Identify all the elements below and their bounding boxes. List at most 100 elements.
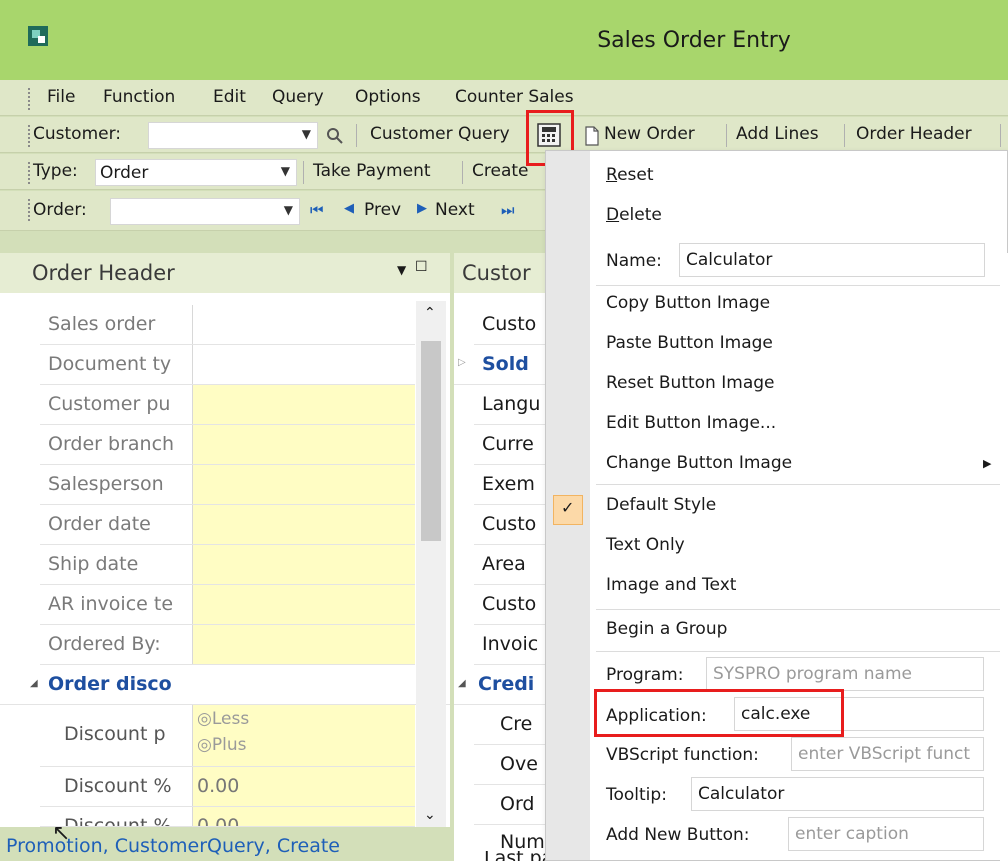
last-record-icon[interactable]: ⏭ [501,201,515,219]
prev-icon: ◀ [344,201,354,216]
section-credit[interactable]: ◢ Credi [454,665,545,705]
take-payment-button[interactable]: Take Payment [313,161,431,181]
customer-row[interactable]: Custo [474,305,545,345]
menu-reset-button-image[interactable]: Reset Button Image [606,373,774,393]
submenu-arrow-icon: ▶ [983,457,992,470]
new-order-button[interactable]: New Order [604,124,695,144]
menu-edit-button-image[interactable]: Edit Button Image... [606,413,776,433]
panel-title: Order Header [32,261,175,285]
grip-icon [28,199,31,221]
program-input[interactable]: SYSPRO program name [706,657,984,691]
menu-begin-group[interactable]: Begin a Group [606,619,727,639]
add-new-button-input[interactable]: enter caption [788,817,984,851]
vbscript-label: VBScript function: [606,745,759,765]
menu-paste-button-image[interactable]: Paste Button Image [606,333,773,353]
new-document-icon [585,126,599,146]
field-order-date[interactable]: Order date [40,505,415,545]
menu-counter-sales[interactable]: Counter Sales [455,87,574,107]
chevron-down-icon: ▼ [280,164,290,178]
name-label: Name: [606,251,662,271]
chevron-down-icon: ▼ [283,203,293,217]
type-select[interactable]: Order ▼ [95,159,297,186]
customer-row[interactable]: Invoic [474,625,545,665]
prev-button[interactable]: Prev [364,200,401,220]
add-lines-button[interactable]: Add Lines [736,124,819,144]
menu-query[interactable]: Query [272,87,324,107]
field-order-branch[interactable]: Order branch [40,425,415,465]
field-ordered-by[interactable]: Ordered By: [40,625,415,665]
tooltip-label: Tooltip: [606,785,667,805]
search-icon[interactable] [326,127,344,145]
field-sales-order[interactable]: Sales order [40,305,415,345]
customer-select[interactable]: ▼ [148,122,318,149]
customer-row[interactable]: Area [474,545,545,585]
radio-plus[interactable]: ◎Plus [197,735,246,755]
customer-row[interactable]: Custo [474,585,545,625]
customer-row[interactable]: Langu [474,385,545,425]
field-salesperson[interactable]: Salesperson [40,465,415,505]
credit-row[interactable]: Cre [474,705,545,745]
customer-row[interactable]: Curre [474,425,545,465]
panel-title: Custor [462,261,531,285]
field-ship-date[interactable]: Ship date [40,545,415,585]
collapse-icon: ◢ [458,678,466,689]
order-label: Order: [33,200,87,220]
status-bar: Promotion, CustomerQuery, Create ↖ [0,821,450,861]
vbscript-input[interactable]: enter VBScript funct [791,737,984,771]
panel-maximize-icon[interactable]: ☐ [415,259,428,275]
scroll-up-icon[interactable]: ⌃ [424,305,436,321]
panel-dropdown-icon[interactable]: ▼ [397,263,406,277]
credit-row[interactable]: Ove [474,745,545,785]
section-order-discount[interactable]: ◢ Order disco [0,665,450,705]
expand-icon: ▷ [458,357,466,368]
field-document-type[interactable]: Document ty [40,345,415,385]
menu-file[interactable]: File [47,87,75,107]
button-context-menu: Reset Delete Name: Calculator Copy Butto… [545,150,1008,861]
customer-query-button[interactable]: Customer Query [370,124,510,144]
menu-options[interactable]: Options [355,87,421,107]
grip-icon [28,162,31,184]
collapse-icon: ◢ [30,678,38,689]
field-discount-type: Discount p ◎Less ◎Plus [40,705,415,767]
credit-row[interactable]: Ord [474,785,545,825]
application-field-highlight [594,689,844,737]
order-select[interactable]: ▼ [110,198,300,225]
order-header-panel: Order Header ▼ ☐ Sales order Document ty… [0,253,450,861]
customer-row[interactable]: Custo [474,505,545,545]
grip-icon [28,125,31,147]
order-header-title-bar: Order Header ▼ ☐ [0,253,450,293]
scroll-thumb[interactable] [421,341,441,541]
customer-row[interactable]: ▷ Sold [454,345,545,385]
title-bar: Sales Order Entry [0,0,1008,80]
name-input[interactable]: Calculator [679,243,985,277]
menu-delete[interactable]: Delete [606,205,662,225]
menu-default-style[interactable]: Default Style [606,495,716,515]
scroll-down-icon[interactable]: ⌄ [424,807,436,823]
next-button[interactable]: Next [435,200,475,220]
field-discount-2[interactable]: Discount % 0.00 [40,807,415,827]
menu-edit[interactable]: Edit [213,87,246,107]
menu-change-button-image[interactable]: Change Button Image [606,453,792,473]
customer-row[interactable]: Exem [474,465,545,505]
field-customer-po[interactable]: Customer pu [40,385,415,425]
field-discount-1[interactable]: Discount % 0.00 [40,767,415,807]
radio-less[interactable]: ◎Less [197,709,249,729]
menu-function[interactable]: Function [103,87,175,107]
menu-reset[interactable]: Reset [606,165,654,185]
type-label: Type: [33,161,78,181]
next-icon: ▶ [417,201,427,216]
checkmark-icon: ✓ [553,495,583,525]
tooltip-input[interactable]: Calculator [691,777,984,811]
field-ar-invoice-terms[interactable]: AR invoice te [40,585,415,625]
menu-copy-button-image[interactable]: Copy Button Image [606,293,770,313]
first-record-icon[interactable]: ⏮ [310,201,324,219]
create-button[interactable]: Create [472,161,529,181]
order-header-button[interactable]: Order Header [856,124,972,144]
grip-icon [28,88,31,110]
menu-text-only[interactable]: Text Only [606,535,685,555]
credit-row[interactable]: Last payment [454,851,545,861]
menu-image-and-text[interactable]: Image and Text [606,575,736,595]
mouse-cursor-icon: ↖ [52,821,71,846]
customer-panel: Custor Custo ▷ Sold Langu Curre Exem Cus… [454,253,545,861]
scrollbar[interactable]: ⌃ ⌄ [416,301,446,829]
